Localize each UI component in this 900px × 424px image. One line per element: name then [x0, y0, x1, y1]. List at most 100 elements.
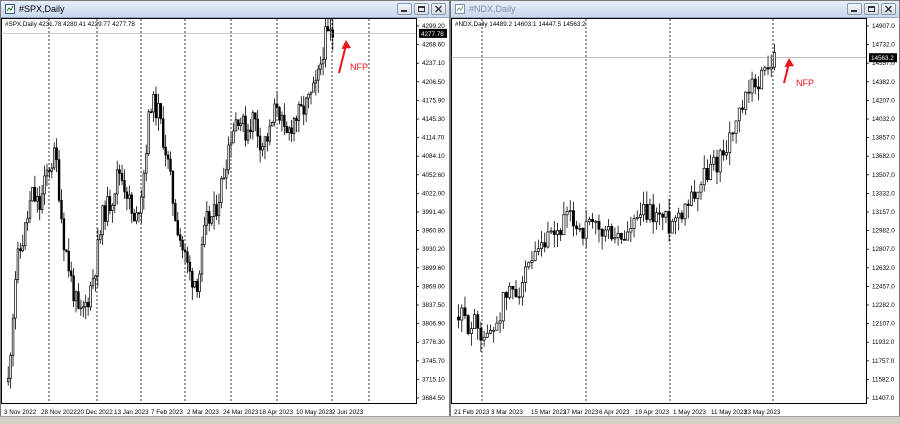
ndx-candle-body [642, 203, 646, 216]
spx-minimize-button[interactable] [397, 3, 412, 15]
spx-candle-body [96, 239, 100, 277]
spx-candle-body [11, 317, 15, 356]
spx-candle-body [200, 244, 204, 275]
spx-candle-body [244, 115, 247, 141]
ndx-price-tick-label: 12282.0 [872, 302, 895, 309]
spx-candle-body [195, 280, 199, 292]
spx-candle-body [273, 103, 276, 123]
ndx-candle-body [482, 336, 486, 341]
ndx-candle-body [674, 217, 677, 222]
spx-candle-body [203, 224, 206, 245]
spx-candle-body [116, 169, 119, 195]
ndx-candle-body [750, 78, 754, 94]
ndx-price-tick-label: 11582.0 [872, 376, 895, 383]
spx-candle-body [45, 169, 49, 177]
spx-candle-body [89, 285, 92, 308]
ndx-candle-body [737, 107, 741, 122]
spx-window-titlebar[interactable]: #SPX,Daily [1, 1, 449, 18]
ndx-candle-body [530, 260, 534, 263]
ndx-close-button[interactable] [881, 3, 896, 15]
spx-candle-body [326, 26, 330, 32]
spx-candle-body [91, 278, 95, 287]
ndx-price-tick-label: 14382.0 [872, 79, 895, 86]
ndx-candle-body [597, 220, 601, 230]
spx-candle-body [79, 307, 83, 310]
ndx-window-titlebar[interactable]: #NDX,Daily [451, 1, 899, 18]
ndx-price-tick-label: 14907.0 [872, 23, 895, 30]
ndx-candle-body [476, 314, 480, 329]
spx-candle-body [171, 170, 175, 204]
ndx-candle-body [571, 210, 575, 227]
terminal-status-strip [0, 416, 900, 424]
ndx-candle-body [725, 152, 729, 156]
ndx-candle-body [689, 191, 693, 206]
spx-candle-body [176, 220, 179, 236]
ndx-candle-body [772, 52, 776, 68]
spx-restore-button[interactable] [414, 3, 429, 15]
spx-candle-body [43, 175, 46, 195]
spx-candle-body [191, 270, 194, 288]
spx-candle-body [113, 193, 116, 206]
ndx-candle-body [511, 285, 515, 290]
ndx-date-tick-label: 11 May 2023 [711, 409, 747, 416]
spx-candle-body [287, 127, 291, 133]
ndx-candle-body [498, 320, 502, 324]
spx-price-chart[interactable]: 4299.204268.604237.104206.504175.904145.… [1, 18, 449, 417]
spx-date-tick-label: 18 Apr 2023 [259, 409, 293, 416]
ndx-candle-body [632, 218, 636, 229]
ndx-price-tick-label: 13332.0 [872, 190, 895, 197]
ndx-candle-body [712, 156, 716, 165]
spx-price-tick-label: 4268.60 [422, 42, 445, 49]
close-icon [435, 5, 442, 13]
ndx-date-tick-label: 27 Mar 2023 [563, 409, 599, 416]
spx-candle-body [183, 249, 187, 253]
ndx-candle-body [501, 292, 505, 322]
ndx-candle-body [517, 296, 521, 299]
spx-candle-body [14, 279, 17, 319]
spx-candle-body [9, 355, 12, 379]
spx-date-tick-label: 20 Dec 2022 [77, 409, 113, 416]
spx-candle-body [132, 212, 136, 222]
spx-chart-window[interactable]: #SPX,Daily 4299.20 4268.60 4237.10 4206.50 4… [0, 0, 450, 424]
spx-price-tick-label: 4175.90 [422, 97, 445, 104]
ndx-restore-button[interactable] [864, 3, 879, 15]
spx-candle-body [53, 147, 56, 169]
spx-candle-body [234, 119, 238, 132]
ndx-candle-body [492, 329, 496, 332]
restore-icon [868, 6, 875, 12]
spx-candle-body [317, 68, 320, 81]
spx-candle-body [285, 126, 288, 133]
spx-price-tick-label: 3899.60 [422, 265, 445, 272]
spx-candle-body [302, 105, 305, 115]
spx-candle-body [86, 302, 90, 308]
ndx-candle-body [549, 230, 553, 233]
ndx-candle-body [715, 156, 719, 173]
ndx-minimize-button[interactable] [847, 3, 862, 15]
spx-price-tick-label: 3991.40 [422, 209, 445, 216]
spx-date-tick-label: 3 Nov 2022 [4, 409, 37, 416]
spx-close-button[interactable] [431, 3, 446, 15]
ndx-candle-body [667, 211, 671, 234]
ndx-price-chart[interactable]: 14907.014732.014557.014382.014207.014032… [451, 18, 899, 417]
spx-candle-body [128, 194, 131, 199]
spx-candle-body [251, 112, 255, 132]
ndx-chart-window[interactable]: #NDX,Daily 14907.0 14732.0 14557.0 14382.0 1… [450, 0, 900, 424]
spx-candle-body [309, 91, 313, 95]
ndx-price-tick-label: 12807.0 [872, 246, 895, 253]
spx-candle-body [229, 142, 233, 146]
ndx-candle-body [747, 91, 751, 94]
spx-candle-body [193, 280, 196, 288]
spx-price-tick-label: 4084.10 [422, 153, 445, 160]
spx-candle-body [181, 239, 184, 251]
ndx-candle-body [651, 204, 655, 223]
ndx-candle-body [520, 282, 524, 298]
ndx-price-tick-label: 13857.0 [872, 135, 895, 142]
ndx-candle-body [626, 231, 630, 241]
ndx-current-price-label: 14563.2 [871, 55, 894, 62]
ndx-candle-body [693, 191, 697, 199]
spx-candle-body [16, 248, 20, 280]
spx-date-tick-label: 2 Jun 2023 [332, 409, 364, 416]
ndx-candle-body [575, 225, 579, 230]
spx-candle-body [324, 26, 327, 60]
ndx-candle-body [702, 168, 706, 186]
